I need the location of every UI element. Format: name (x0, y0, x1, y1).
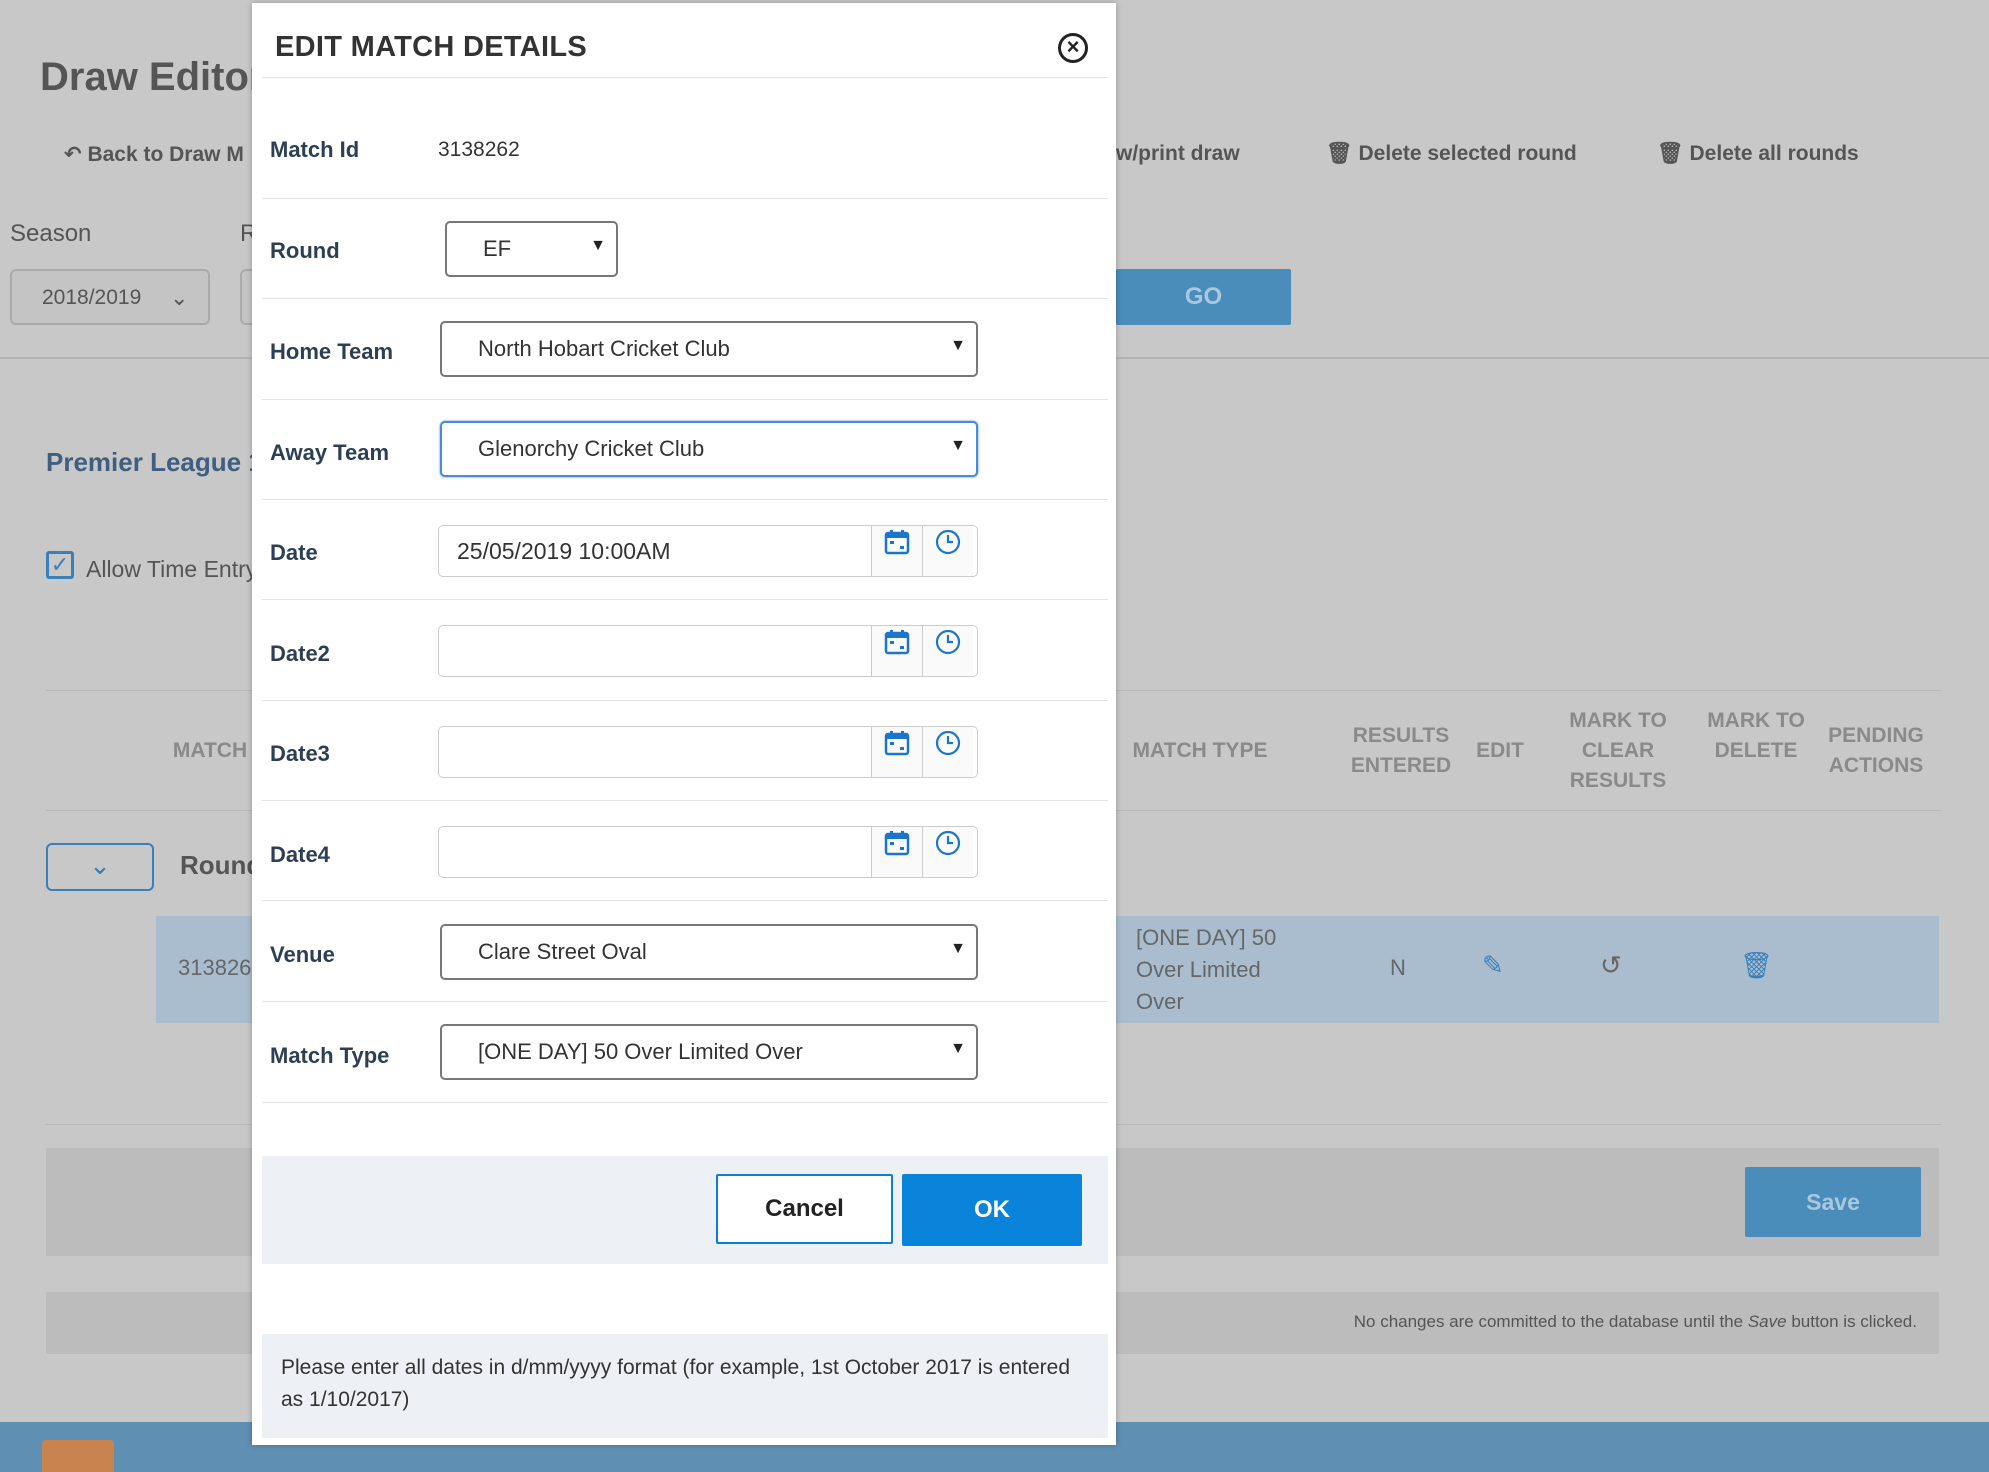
match-type-label: Match Type (270, 1043, 390, 1068)
divider (262, 900, 1108, 901)
clock-icon[interactable] (922, 727, 973, 777)
divider (262, 399, 1108, 400)
date-format-note: Please enter all dates in d/mm/yyyy form… (281, 1356, 1071, 1411)
calendar-icon[interactable] (871, 827, 922, 877)
col-header-mark-to-delete: MARK TO DELETE (1707, 709, 1805, 762)
undo-icon[interactable]: ↺ (1600, 950, 1622, 981)
save-note: No changes are committed to the database… (1354, 1312, 1917, 1332)
date4-label: Date4 (270, 842, 330, 867)
clock-icon[interactable] (922, 626, 973, 676)
col-header-results-entered: RESULTS ENTERED (1350, 724, 1452, 777)
round-select[interactable]: EF ▼ (445, 221, 618, 277)
season-select[interactable]: 2018/2019 ⌄ (10, 269, 210, 325)
caret-down-icon: ▼ (950, 437, 966, 454)
reply-arrow-icon: ↶ (64, 143, 82, 166)
match-id-label: Match Id (270, 137, 360, 162)
trash-icon: 🗑 (1657, 142, 1684, 165)
allow-time-entry-label: Allow Time Entry (86, 556, 258, 582)
col-header-match-type: MATCH TYPE (1132, 739, 1268, 762)
pencil-icon[interactable]: ✎ (1482, 950, 1504, 981)
page-title: Draw Editor (40, 55, 265, 99)
date3-label: Date3 (270, 741, 330, 766)
season-label: Season (10, 220, 92, 247)
ok-button[interactable]: OK (902, 1174, 1082, 1246)
col-header-pending-actions: PENDING ACTIONS (1828, 724, 1924, 777)
delete-all-rounds-link[interactable]: 🗑 Delete all rounds (1657, 142, 1859, 166)
go-button[interactable]: GO (1116, 269, 1291, 325)
chevron-down-icon: ⌄ (170, 285, 189, 310)
cancel-button[interactable]: Cancel (716, 1174, 893, 1244)
calendar-icon[interactable] (871, 526, 922, 576)
match-type-selected-value: [ONE DAY] 50 Over Limited Over (478, 1039, 803, 1064)
back-to-draw-link[interactable]: ↶ Back to Draw M (64, 142, 244, 167)
caret-down-icon: ▼ (950, 337, 966, 354)
date-format-note-panel: Please enter all dates in d/mm/yyyy form… (262, 1334, 1108, 1438)
round-heading: Round (180, 850, 263, 880)
dialog-title: EDIT MATCH DETAILS (275, 31, 588, 63)
back-link-label: Back to Draw M (87, 143, 244, 166)
close-circle-icon[interactable]: × (1058, 33, 1088, 63)
date4-field[interactable] (438, 826, 978, 878)
match-type-select[interactable]: [ONE DAY] 50 Over Limited Over ▼ (440, 1024, 978, 1080)
edit-match-dialog: EDIT MATCH DETAILS × Match Id 3138262 Ro… (252, 3, 1116, 1445)
clock-icon[interactable] (922, 526, 973, 576)
row-results-entered: N (1390, 955, 1406, 980)
caret-down-icon: ▼ (590, 237, 606, 254)
divider (262, 77, 1108, 78)
away-team-selected-value: Glenorchy Cricket Club (478, 436, 705, 461)
divider (262, 800, 1108, 801)
divider (262, 1001, 1108, 1002)
delete-selected-round-label: Delete selected round (1358, 142, 1577, 165)
save-note-prefix: No changes are committed to the database… (1353, 1312, 1744, 1331)
round-label: Round (270, 238, 340, 263)
col-header-mark-to-clear: MARK TO CLEAR RESULTS (1569, 709, 1667, 792)
venue-select[interactable]: Clare Street Oval ▼ (440, 924, 978, 980)
season-value: 2018/2019 (42, 286, 142, 309)
clock-icon[interactable] (922, 827, 973, 877)
home-team-selected-value: North Hobart Cricket Club (478, 336, 730, 361)
round-selected-value: EF (483, 236, 512, 261)
home-team-select[interactable]: North Hobart Cricket Club ▼ (440, 321, 978, 377)
date2-field[interactable] (438, 625, 978, 677)
date-field[interactable]: 25/05/2019 10:00AM (438, 525, 978, 577)
sponsor-logo (42, 1440, 114, 1472)
home-team-label: Home Team (270, 339, 394, 364)
delete-all-rounds-label: Delete all rounds (1689, 142, 1859, 165)
delete-selected-round-link[interactable]: 🗑 Delete selected round (1326, 142, 1577, 166)
divider (262, 198, 1108, 199)
allow-time-entry-checkbox[interactable]: ✓ (46, 551, 74, 579)
caret-down-icon: ▼ (950, 1040, 966, 1057)
col-header-match: MATCH (172, 739, 248, 762)
calendar-icon[interactable] (871, 626, 922, 676)
col-header-edit: EDIT (1476, 739, 1524, 762)
date-value: 25/05/2019 10:00AM (457, 538, 671, 564)
venue-selected-value: Clare Street Oval (478, 939, 647, 964)
divider (262, 298, 1108, 299)
dialog-footer: Cancel OK (262, 1156, 1108, 1264)
divider (262, 700, 1108, 701)
calendar-icon[interactable] (871, 727, 922, 777)
away-team-select[interactable]: Glenorchy Cricket Club ▼ (440, 421, 978, 477)
trash-icon[interactable]: 🗑 (1740, 950, 1773, 981)
away-team-label: Away Team (270, 440, 390, 465)
save-note-suffix: button is clicked. (1791, 1312, 1917, 1331)
venue-label: Venue (270, 942, 335, 967)
match-id-value: 3138262 (438, 138, 520, 161)
divider (262, 1102, 1108, 1103)
divider (262, 499, 1108, 500)
row-match-id: 313826 (178, 955, 252, 980)
view-print-draw-link[interactable]: w/print draw (1116, 142, 1240, 166)
save-note-emph: Save (1747, 1312, 1787, 1331)
date3-field[interactable] (438, 726, 978, 778)
date2-label: Date2 (270, 641, 330, 666)
row-match-type: [ONE DAY] 50 Over Limited Over (1136, 925, 1277, 1014)
divider (262, 599, 1108, 600)
trash-icon: 🗑 (1326, 142, 1353, 165)
section-title: Premier League 1 (46, 447, 263, 477)
caret-down-icon: ▼ (950, 940, 966, 957)
save-button[interactable]: Save (1745, 1167, 1921, 1237)
collapse-round-button[interactable]: ⌄ (46, 843, 154, 891)
date-label: Date (270, 540, 318, 565)
